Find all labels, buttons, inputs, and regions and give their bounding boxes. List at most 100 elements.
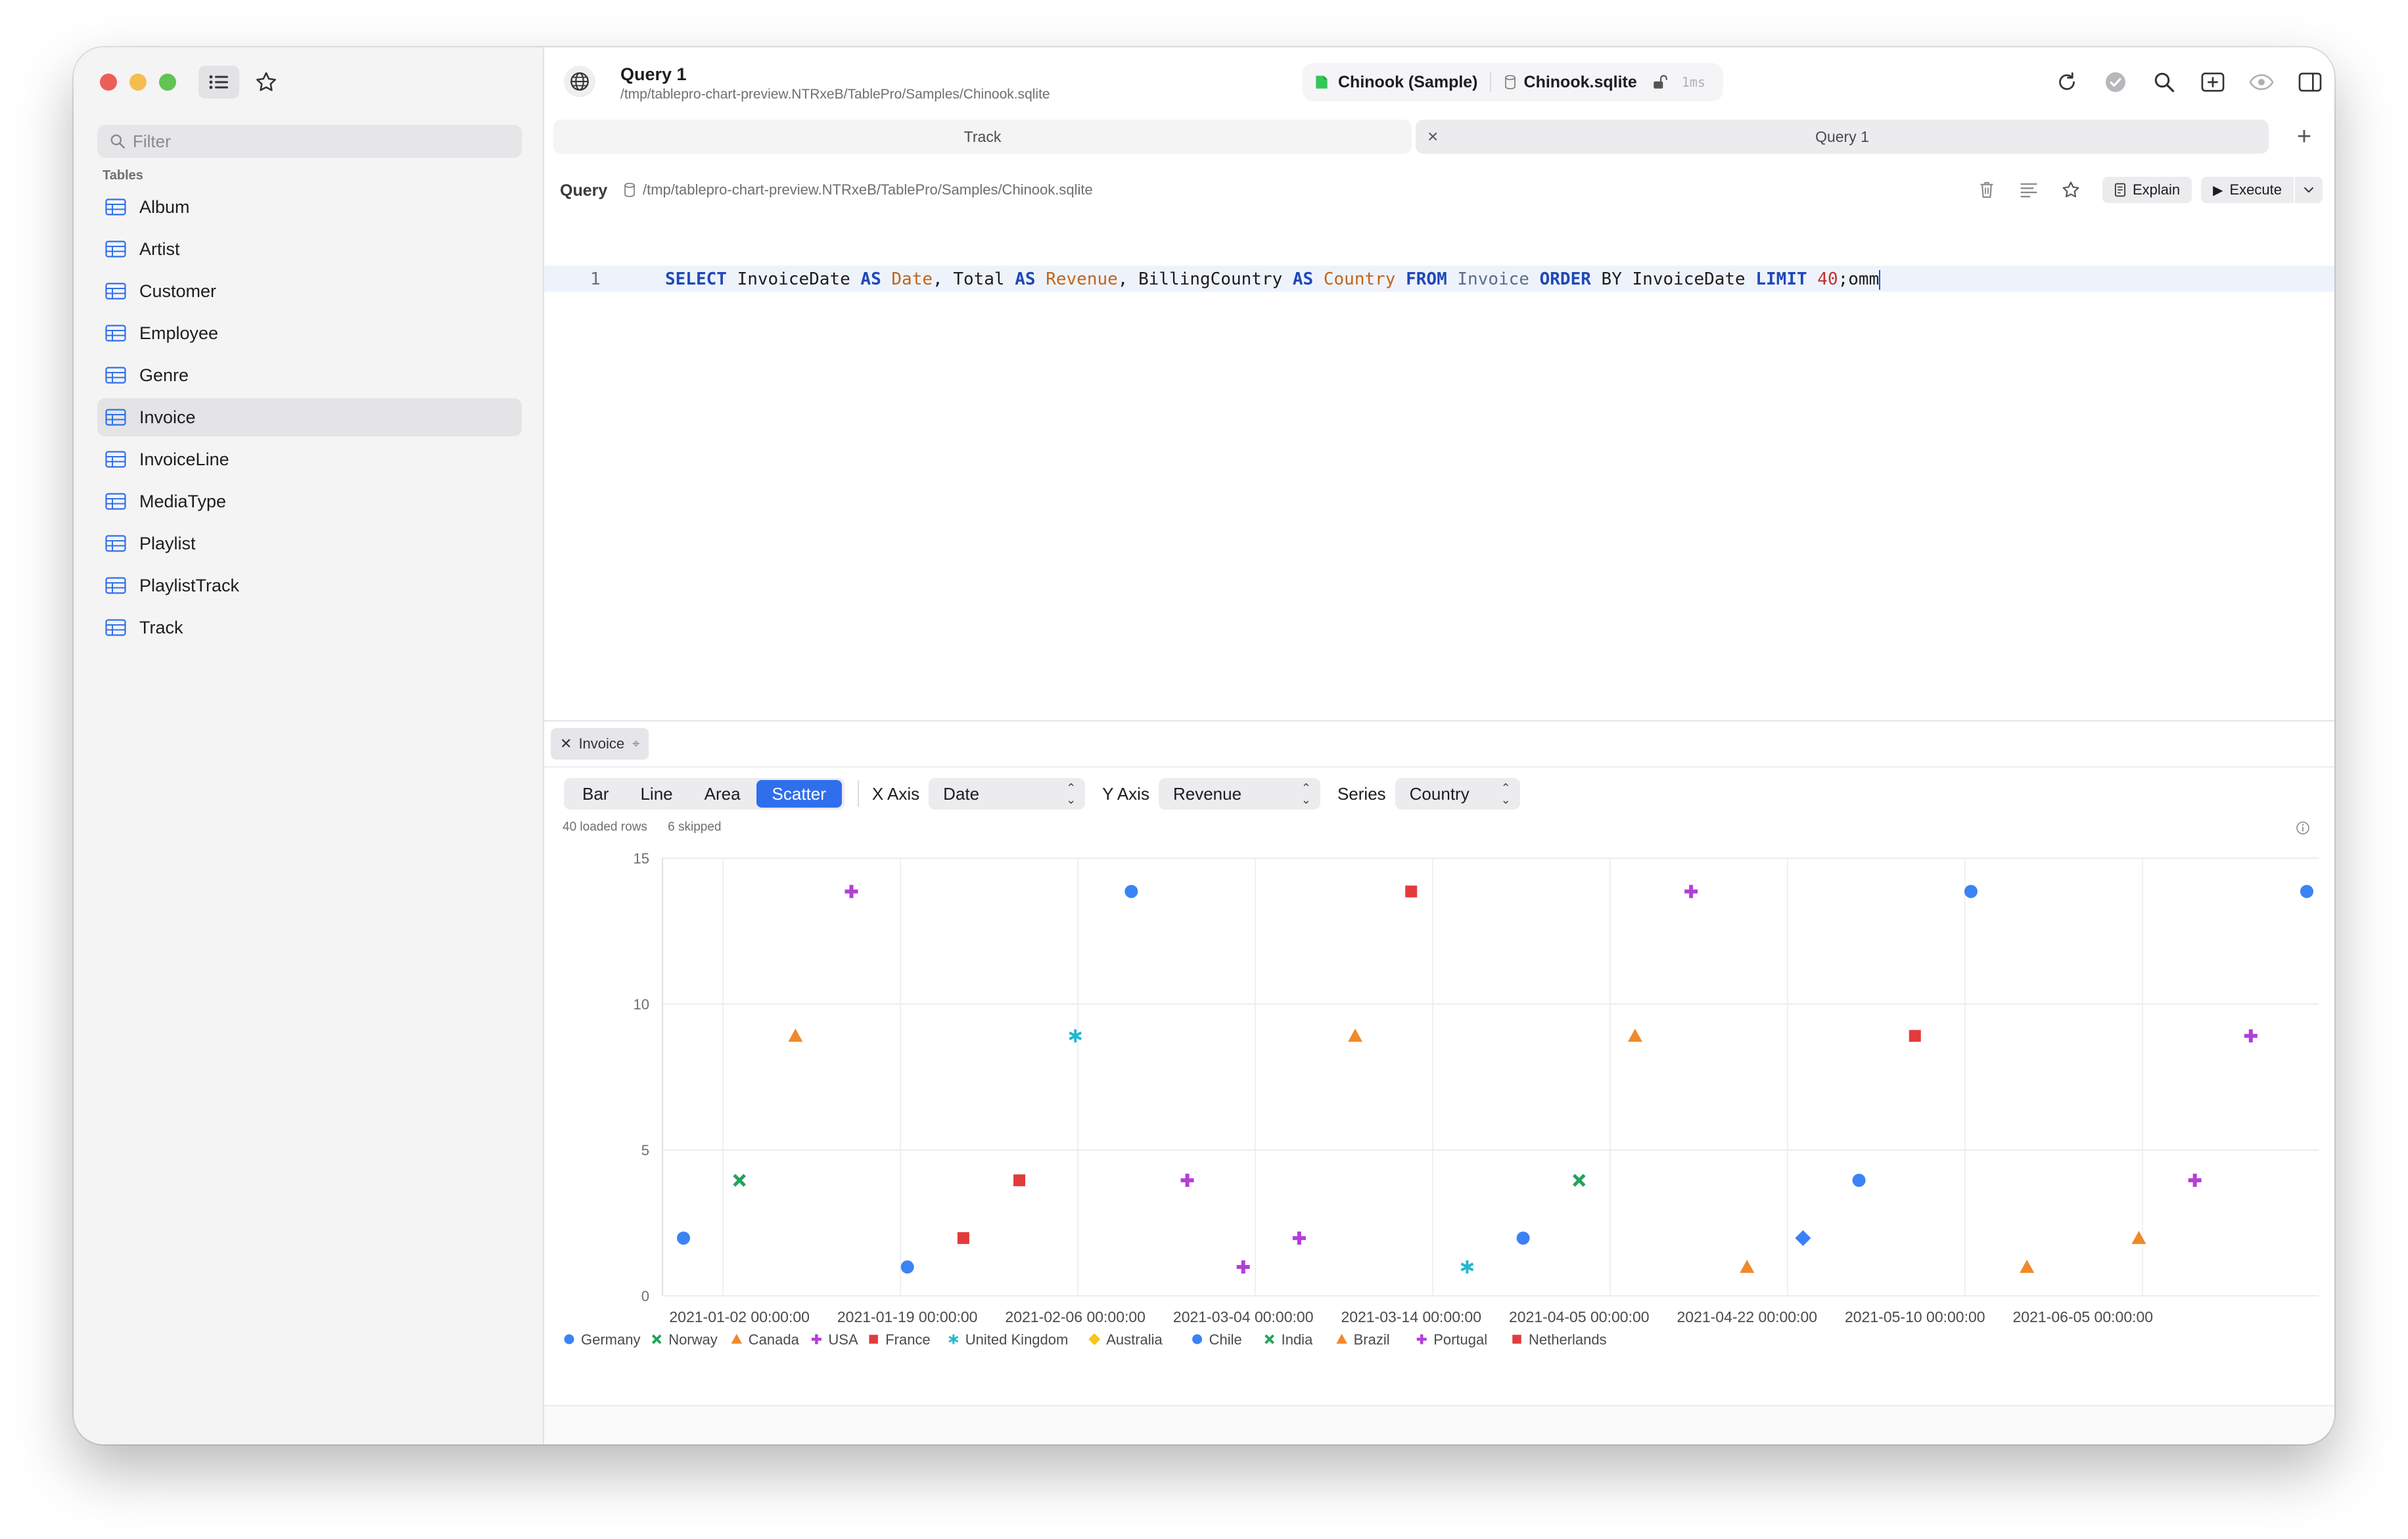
tab-query-1[interactable]: × Query 1 (1416, 120, 2269, 154)
sql-token: LIMIT (1755, 269, 1807, 289)
pill-divider (1489, 72, 1491, 92)
sql-token: AS (860, 269, 881, 289)
scatter-point (1964, 884, 1978, 898)
search-button[interactable] (2140, 63, 2188, 101)
query-header: Query /tmp/tablepro-chart-preview.NTRxeB… (544, 164, 2334, 217)
scatter-point (733, 1174, 746, 1187)
sql-token: FROM (1406, 269, 1447, 289)
refresh-button[interactable] (2043, 63, 2091, 101)
sidebar-item-album[interactable]: Album (97, 188, 522, 226)
sidebar-item-label: Track (139, 617, 183, 637)
explain-button[interactable]: Explain (2102, 177, 2192, 203)
add-tab-button[interactable]: + (2291, 124, 2317, 150)
sidebar-item-employee[interactable]: Employee (97, 314, 522, 352)
legend-marker (651, 1334, 662, 1344)
legend-marker (1336, 1333, 1347, 1344)
x-axis-select[interactable]: Date ⌃ ⌄ (929, 778, 1086, 810)
pin-icon[interactable]: ⌖ (632, 737, 639, 752)
chart-type-line[interactable]: Line (624, 780, 688, 808)
x-tick-label: 2021-03-04 00:00:00 (1173, 1308, 1314, 1325)
sidebar-item-playlist[interactable]: Playlist (97, 524, 522, 563)
chart-toolbar: Bar Line Area Scatter X Axis Date ⌃ ⌄ Y Axis… (564, 777, 1537, 811)
sidebar-item-genre[interactable]: Genre (97, 356, 522, 394)
database-name: Chinook.sqlite (1523, 72, 1637, 91)
trash-icon (1980, 182, 1993, 198)
toggle-inspector-button[interactable] (2286, 63, 2334, 101)
x-tick-label: 2021-06-05 00:00:00 (2013, 1308, 2154, 1325)
filter-input[interactable] (133, 131, 501, 152)
series-select[interactable]: Country ⌃ ⌄ (1395, 778, 1520, 810)
legend-label: Netherlands (1529, 1331, 1607, 1348)
database-icon (624, 183, 635, 197)
execute-options-button[interactable] (2295, 177, 2323, 203)
sidebar: Tables Album Artist Customer Employee Genre I… (74, 47, 544, 1444)
close-window-button[interactable] (100, 74, 117, 91)
sidebar-item-artist[interactable]: Artist (97, 230, 522, 268)
result-toolbar-divider (544, 766, 2334, 768)
minimize-window-button[interactable] (129, 74, 147, 91)
y-axis-select[interactable]: Revenue ⌃ ⌄ (1158, 778, 1320, 810)
sidebar-item-label: Invoice (139, 407, 196, 427)
connection-status-pill[interactable]: Chinook (Sample) Chinook.sqlite 1ms (1303, 63, 1723, 101)
eye-icon (2249, 74, 2274, 91)
legend-label: Brazil (1354, 1331, 1390, 1348)
new-query-tab-button[interactable] (2188, 63, 2237, 101)
x-axis-value: Date (943, 783, 980, 804)
sidebar-item-playlisttrack[interactable]: PlaylistTrack (97, 566, 522, 605)
zoom-window-button[interactable] (159, 74, 176, 91)
sidebar-item-label: MediaType (139, 491, 227, 511)
result-tab-invoice[interactable]: ✕ Invoice ⌖ (551, 728, 649, 760)
scatter-point (1180, 1174, 1194, 1187)
tab-track[interactable]: Track (553, 120, 1412, 154)
legend-label: Norway (668, 1331, 718, 1348)
legend-marker (1512, 1335, 1521, 1344)
checkmark-circle-icon (2106, 72, 2125, 92)
scatter-point (1069, 1029, 1082, 1043)
sql-editor[interactable]: SELECT InvoiceDate AS Date, Total AS Rev… (665, 269, 1881, 290)
tables-section-title: Tables (103, 168, 143, 183)
preview-button[interactable] (2237, 63, 2286, 101)
chart-type-scatter[interactable]: Scatter (756, 780, 842, 808)
table-icon (105, 451, 126, 468)
query-timing: 1ms (1681, 74, 1705, 90)
legend-marker (1416, 1334, 1427, 1344)
close-tab-icon[interactable]: × (1427, 126, 1438, 147)
scatter-point (1740, 1260, 1755, 1274)
sidebar-filter-field[interactable] (97, 125, 522, 158)
favorites-button[interactable] (250, 66, 283, 99)
updown-chevron-icon: ⌃ ⌄ (1500, 781, 1511, 806)
sidebar-item-mediatype[interactable]: MediaType (97, 482, 522, 520)
save-favorite-query-button[interactable] (2050, 175, 2092, 205)
chart-svg: 0 5 10 15 2021-01-02 00:00:00 2021-01-19 00:0… (564, 850, 2319, 1348)
table-list-toggle-button[interactable] (198, 66, 239, 99)
sidebar-item-invoiceline[interactable]: InvoiceLine (97, 440, 522, 478)
scatter-point (1909, 1030, 1921, 1042)
execute-button[interactable]: ▶ Execute (2201, 177, 2294, 203)
updown-chevron-icon: ⌃ ⌄ (1066, 781, 1077, 806)
sidebar-item-track[interactable]: Track (97, 609, 522, 647)
sidebar-item-invoice[interactable]: Invoice (97, 398, 522, 436)
legend-label: Portugal (1433, 1331, 1487, 1348)
chart-type-bar[interactable]: Bar (567, 780, 624, 808)
loaded-rows-count: 40 loaded rows (563, 820, 647, 834)
series-value: Country (1409, 783, 1470, 804)
format-query-button[interactable] (2008, 175, 2050, 205)
connection-switcher-button[interactable] (564, 66, 595, 97)
chart-type-area[interactable]: Area (689, 780, 756, 808)
scatter-point (2300, 884, 2313, 898)
clear-query-button[interactable] (1966, 175, 2008, 205)
scatter-point (1292, 1231, 1306, 1245)
table-icon (105, 619, 126, 636)
scatter-point (2188, 1174, 2202, 1187)
commit-button[interactable] (2091, 63, 2140, 101)
x-tick-label: 2021-05-10 00:00:00 (1845, 1308, 1985, 1325)
y-tick-label: 15 (634, 850, 649, 867)
legend-label: India (1282, 1331, 1313, 1348)
close-result-tab-icon[interactable]: ✕ (560, 735, 572, 752)
sidebar-item-customer[interactable]: Customer (97, 272, 522, 310)
scatter-point (1348, 1028, 1363, 1042)
scatter-point (1627, 1028, 1642, 1042)
sidebar-item-label: Customer (139, 281, 217, 301)
